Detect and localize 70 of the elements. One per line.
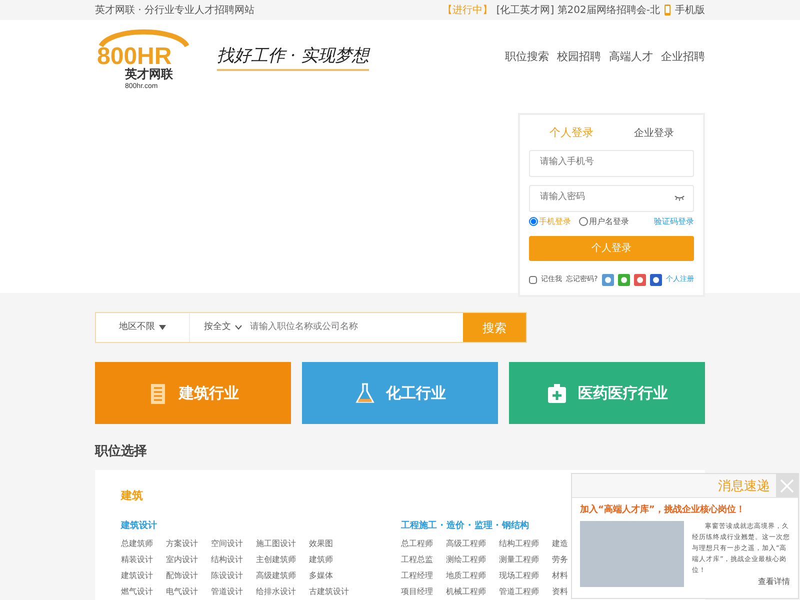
login-mode-label: 手机登录	[539, 216, 571, 228]
job-link[interactable]: 效果图	[309, 536, 354, 552]
login-mode-radio[interactable]	[529, 217, 538, 226]
remember-checkbox[interactable]	[529, 276, 537, 284]
job-link[interactable]: 结构工程师	[499, 536, 552, 552]
slogan: 找好工作 · 实现梦想	[217, 44, 370, 72]
industry-label: 化工行业	[386, 382, 446, 404]
chevron-down-icon	[235, 325, 242, 330]
group-title: 工程施工 · 造价 · 监理 · 钢结构	[401, 520, 530, 533]
job-link[interactable]: 精装设计	[121, 552, 166, 568]
industry-label: 医药医疗行业	[578, 382, 668, 404]
details-link[interactable]: 查看详情	[758, 576, 790, 588]
job-link[interactable]: 工程总监	[401, 552, 446, 568]
job-link[interactable]: 给排水设计	[256, 584, 309, 600]
mobile-link[interactable]: 手机版	[675, 2, 705, 18]
job-link[interactable]: 建筑师	[309, 552, 354, 568]
flask-icon	[354, 382, 376, 404]
job-link[interactable]: 地质工程师	[446, 568, 499, 584]
industry-label: 建筑行业	[179, 382, 239, 404]
job-link[interactable]: 配饰设计	[166, 568, 211, 584]
medical-icon	[546, 382, 568, 404]
job-link[interactable]: 多媒体	[309, 568, 354, 584]
job-link[interactable]: 项目经理	[401, 584, 446, 600]
job-link[interactable]: 管道设计	[211, 584, 256, 600]
job-link[interactable]: 主创建筑师	[256, 552, 309, 568]
job-link[interactable]: 陈设设计	[211, 568, 256, 584]
job-link[interactable]: 测绘工程师	[446, 552, 499, 568]
job-link[interactable]: 高级工程师	[446, 536, 499, 552]
popup-headline: 加入“高端人才库”，挑战企业核心岗位！	[578, 503, 746, 517]
group-title: 建筑设计	[121, 520, 157, 533]
phone-field[interactable]: 请输入手机号	[529, 150, 694, 176]
caret-down-icon	[159, 325, 166, 330]
job-link[interactable]: 管道工程师	[499, 584, 552, 600]
job-link[interactable]: 结构设计	[211, 552, 256, 568]
section-title: 职位选择	[95, 443, 147, 461]
notice-link[interactable]: [化工英才网] 第202届网络招聘会-北	[496, 2, 660, 18]
job-link[interactable]: 工程经理	[401, 568, 446, 584]
site-tagline: 英才网联 · 分行业专业人才招聘网站	[95, 4, 255, 18]
job-link[interactable]: 古建筑设计	[309, 584, 362, 600]
job-link[interactable]: 总工程师	[401, 536, 446, 552]
job-link[interactable]: 高级建筑师	[256, 568, 309, 584]
job-link[interactable]: 空间设计	[211, 536, 256, 552]
login-tab[interactable]: 企业登录	[634, 121, 674, 146]
notice-tag: 【进行中】	[442, 2, 492, 18]
job-link[interactable]: 燃气设计	[121, 584, 166, 600]
category-title: 建筑	[121, 488, 143, 504]
phone-icon	[664, 4, 671, 16]
login-mode-radio[interactable]	[579, 217, 588, 226]
nav-link[interactable]: 职位搜索	[505, 49, 549, 66]
nav-link[interactable]: 高端人才	[609, 49, 653, 66]
job-link[interactable]: 机械工程师	[446, 584, 499, 600]
job-link[interactable]: 方案设计	[166, 536, 211, 552]
job-link[interactable]: 室内设计	[166, 552, 211, 568]
close-icon	[780, 478, 794, 492]
sms-login-link[interactable]: 验证码登录	[654, 216, 694, 228]
job-link[interactable]: 测量工程师	[499, 552, 552, 568]
login-mode-label: 用户名登录	[589, 216, 629, 228]
password-input[interactable]: 请输入密码	[538, 190, 674, 206]
phone-input[interactable]: 请输入手机号	[538, 155, 685, 171]
job-link[interactable]: 建筑设计	[121, 568, 166, 584]
password-field[interactable]: 请输入密码	[529, 184, 694, 212]
search-field[interactable]: 地区不限 按全文 请输入职位名称或公司名称 搜索	[95, 312, 527, 343]
job-link[interactable]: 施工图设计	[256, 536, 309, 552]
job-link[interactable]: 电气设计	[166, 584, 211, 600]
nav-link[interactable]: 校园招聘	[557, 49, 601, 66]
popup-title: 消息速递	[717, 478, 771, 496]
job-link[interactable]: 现场工程师	[499, 568, 552, 584]
eye-closed-icon	[674, 195, 685, 201]
nav-link[interactable]: 企业招聘	[661, 49, 705, 66]
job-link[interactable]: 总建筑师	[121, 536, 166, 552]
